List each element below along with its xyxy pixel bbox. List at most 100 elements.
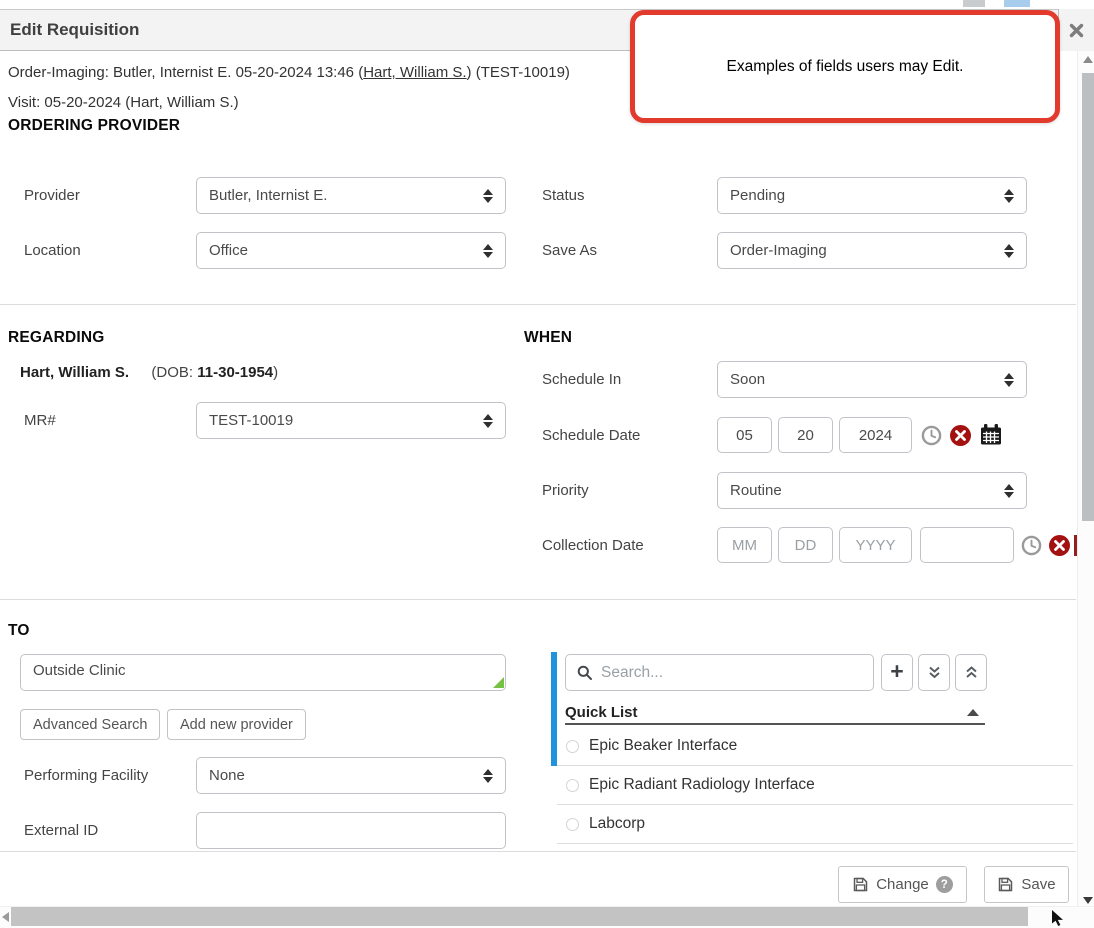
mr-select[interactable]: TEST-10019 — [196, 402, 506, 439]
mouse-cursor — [1052, 910, 1064, 927]
scroll-left-icon[interactable] — [2, 912, 9, 922]
recipient-textarea[interactable]: Outside Clinic — [20, 654, 506, 691]
provider-select[interactable]: Butler, Internist E. — [196, 177, 506, 214]
x-glyph — [955, 430, 966, 441]
quick-list-item-label: Epic Beaker Interface — [589, 737, 737, 755]
external-id-label: External ID — [24, 822, 98, 840]
change-button-label: Change — [876, 876, 929, 893]
collection-date-year-input[interactable] — [839, 527, 912, 563]
quick-list-header[interactable]: Quick List — [565, 701, 985, 725]
dob-suffix: ) — [273, 364, 278, 381]
save-button[interactable]: Save — [984, 866, 1069, 903]
select-arrows-icon — [1004, 484, 1014, 498]
performing-facility-label: Performing Facility — [24, 767, 148, 785]
radio-icon[interactable] — [566, 779, 579, 792]
save-disk-icon — [852, 876, 869, 893]
collection-date-label: Collection Date — [542, 537, 644, 555]
clear-collection-date-icon[interactable] — [1049, 535, 1070, 556]
calendar-icon[interactable] — [980, 424, 1002, 445]
help-icon[interactable]: ? — [936, 876, 953, 893]
patient-info-line: Hart, William S. (DOB: 11-30-1954) — [20, 364, 278, 381]
close-button[interactable] — [1058, 9, 1094, 51]
chevron-double-down-icon — [927, 665, 942, 680]
external-id-input[interactable] — [196, 812, 506, 849]
search-icon — [577, 665, 593, 681]
location-select-value: Office — [209, 242, 483, 259]
clear-date-icon[interactable] — [950, 425, 971, 446]
quick-list-item-label: Labcorp — [589, 815, 645, 833]
radio-icon[interactable] — [566, 818, 579, 831]
quick-list-item[interactable]: Labcorp — [557, 805, 1073, 844]
clock-icon[interactable] — [921, 425, 942, 446]
quick-list-item[interactable]: Epic Beaker Interface — [557, 727, 1073, 766]
advanced-search-button[interactable]: Advanced Search — [20, 709, 160, 740]
section-heading-ordering-provider: ORDERING PROVIDER — [8, 117, 180, 135]
select-arrows-icon — [483, 244, 493, 258]
add-new-provider-button[interactable]: Add new provider — [167, 709, 306, 740]
order-summary-suffix: ) (TEST-10019) — [467, 64, 570, 81]
chevron-double-up-icon — [964, 665, 979, 680]
collapse-all-button[interactable] — [955, 654, 987, 691]
performing-facility-select-value: None — [209, 767, 483, 784]
mr-select-value: TEST-10019 — [209, 412, 483, 429]
quick-list: Epic Beaker Interface Epic Radiant Radio… — [557, 727, 1073, 844]
annotation-text: Examples of fields users may Edit. — [727, 58, 964, 76]
clock-icon[interactable] — [1021, 535, 1042, 556]
horizontal-scrollbar-thumb[interactable] — [11, 907, 1028, 926]
location-label: Location — [24, 242, 81, 260]
patient-name: Hart, William S. — [20, 364, 129, 381]
collection-date-day-input[interactable] — [778, 527, 833, 563]
section-heading-to: TO — [8, 622, 30, 640]
x-glyph — [1054, 540, 1065, 551]
search-input[interactable] — [601, 664, 862, 682]
priority-select-value: Routine — [730, 482, 1004, 499]
select-arrows-icon — [1004, 373, 1014, 387]
schedule-date-month-input[interactable] — [717, 417, 772, 453]
expand-all-button[interactable] — [918, 654, 950, 691]
save-as-label: Save As — [542, 242, 597, 260]
location-select[interactable]: Office — [196, 232, 506, 269]
status-select-value: Pending — [730, 187, 1004, 204]
save-disk-icon — [997, 876, 1014, 893]
select-arrows-icon — [483, 769, 493, 783]
schedule-date-label: Schedule Date — [542, 427, 640, 445]
provider-search — [565, 654, 874, 691]
status-select[interactable]: Pending — [717, 177, 1027, 214]
section-heading-when: WHEN — [524, 329, 572, 347]
order-summary-line: Order-Imaging: Butler, Internist E. 05-2… — [8, 64, 570, 81]
section-heading-regarding: REGARDING — [8, 329, 105, 347]
select-arrows-icon — [483, 414, 493, 428]
schedule-in-select[interactable]: Soon — [717, 361, 1027, 398]
collection-date-month-input[interactable] — [717, 527, 772, 563]
radio-icon[interactable] — [566, 740, 579, 753]
provider-label: Provider — [24, 187, 80, 205]
priority-select[interactable]: Routine — [717, 472, 1027, 509]
recipient-textarea-wrap: Outside Clinic — [20, 654, 506, 691]
collapse-triangle-icon[interactable] — [967, 709, 979, 716]
select-arrows-icon — [1004, 189, 1014, 203]
performing-facility-select[interactable]: None — [196, 757, 506, 794]
dob-prefix: (DOB: — [151, 364, 197, 381]
divider — [0, 304, 1076, 305]
quick-list-item[interactable]: Epic Radiant Radiology Interface — [557, 766, 1073, 805]
status-label: Status — [542, 187, 585, 205]
vertical-scrollbar-thumb[interactable] — [1082, 73, 1094, 521]
scroll-down-icon[interactable] — [1083, 897, 1093, 904]
visit-summary-line: Visit: 05-20-2024 (Hart, William S.) — [8, 94, 239, 111]
divider — [0, 851, 1076, 852]
change-button[interactable]: Change ? — [838, 866, 967, 903]
divider — [0, 599, 1076, 600]
schedule-date-day-input[interactable] — [778, 417, 833, 453]
save-as-select-value: Order-Imaging — [730, 242, 1004, 259]
add-recipient-button[interactable]: + — [881, 654, 913, 691]
save-button-label: Save — [1021, 876, 1055, 893]
plus-icon: + — [890, 660, 903, 683]
collection-time-input[interactable] — [920, 527, 1014, 563]
mr-label: MR# — [24, 412, 56, 430]
scroll-up-icon[interactable] — [1083, 56, 1093, 63]
save-as-select[interactable]: Order-Imaging — [717, 232, 1027, 269]
provider-select-value: Butler, Internist E. — [209, 187, 483, 204]
order-summary-prefix: Order-Imaging: Butler, Internist E. 05-2… — [8, 64, 363, 81]
patient-link[interactable]: Hart, William S. — [363, 64, 466, 81]
schedule-date-year-input[interactable] — [839, 417, 912, 453]
